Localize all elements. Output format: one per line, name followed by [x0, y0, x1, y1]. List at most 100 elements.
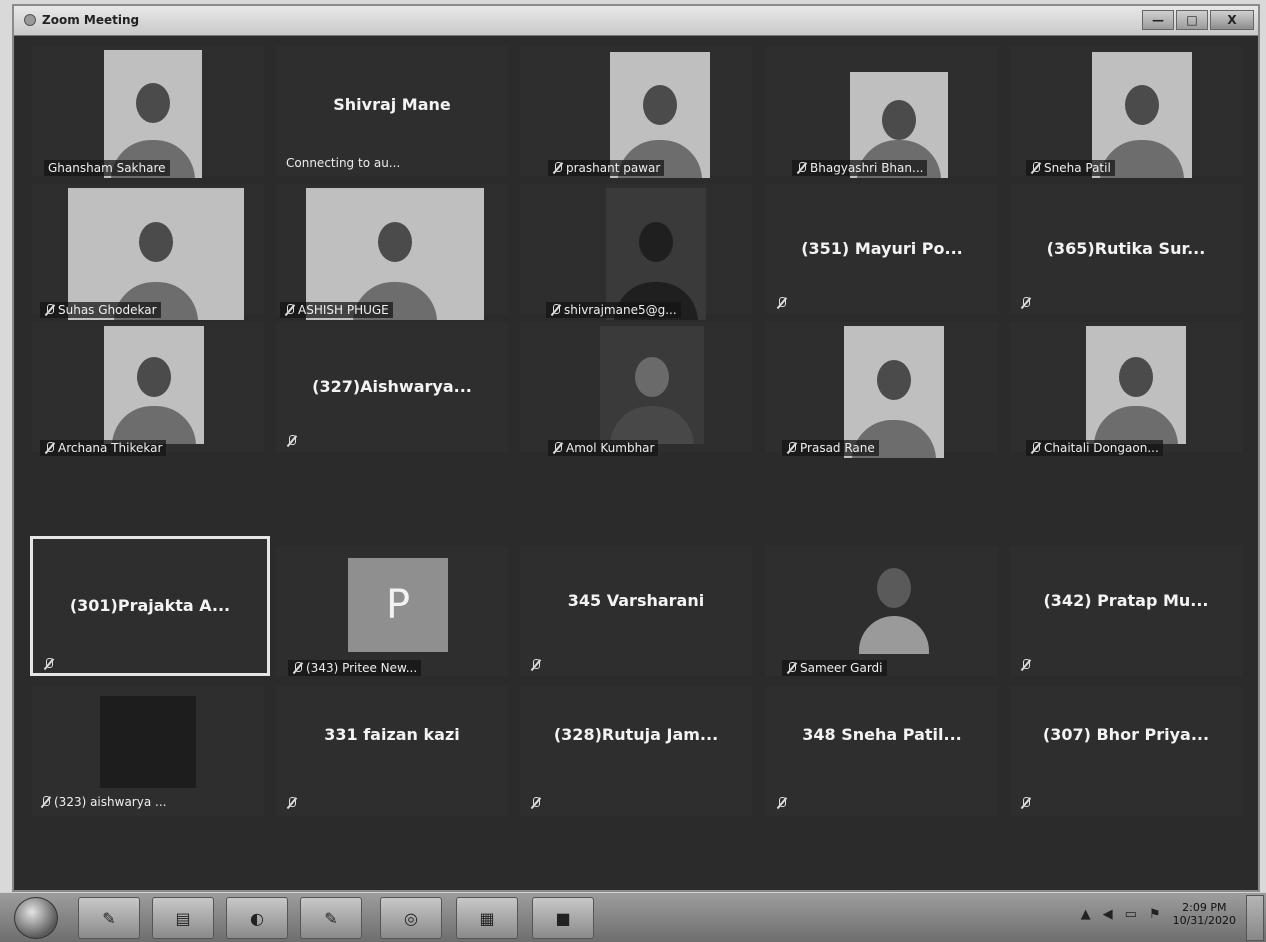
paint-icon[interactable]: ✎ — [300, 897, 362, 939]
participant-video — [606, 188, 706, 320]
participant-tile[interactable]: Suhas Ghodekar — [32, 184, 264, 320]
participant-tile[interactable]: Chaitali Dongaon... — [1010, 322, 1242, 456]
pencil-icon[interactable]: ✎ — [78, 897, 140, 939]
minimize-button[interactable]: — — [1142, 10, 1174, 30]
participant-tile[interactable]: (323) aishwarya ... — [32, 686, 264, 816]
participant-tile[interactable]: 345 Varsharani — [520, 546, 752, 676]
participant-name-tag: ASHISH PHUGE — [280, 302, 393, 318]
participant-name: (301)Prajakta A... — [69, 596, 231, 615]
participant-name-tag — [772, 296, 791, 310]
show-desktop-button[interactable] — [1246, 895, 1264, 941]
zoom-icon[interactable]: ■ — [532, 897, 594, 939]
participant-name: (342) Pratap Mu... — [1043, 591, 1209, 610]
title-bar[interactable]: Zoom Meeting — □ X — [14, 6, 1258, 36]
mic-muted-icon — [776, 297, 787, 309]
participant-video — [306, 188, 484, 320]
participant-tile[interactable]: (327)Aishwarya... — [276, 322, 508, 452]
participant-name: Sneha Patil — [1044, 161, 1111, 175]
mic-muted-icon — [1020, 659, 1031, 671]
participant-name-tag: shivrajmane5@g... — [546, 302, 681, 318]
participant-name-tag — [39, 657, 58, 671]
mic-muted-icon — [44, 304, 55, 316]
start-orb-icon[interactable] — [14, 897, 58, 939]
participant-name: Bhagyashri Bhan... — [810, 161, 924, 175]
participant-name: (327)Aishwarya... — [312, 377, 472, 396]
participant-tile[interactable]: (342) Pratap Mu... — [1010, 546, 1242, 676]
tray-expand-icon[interactable]: ▲ — [1081, 907, 1091, 922]
clock[interactable]: 2:09 PM 10/31/2020 — [1173, 901, 1236, 927]
participant-name-tag — [526, 796, 545, 810]
mic-muted-icon — [552, 162, 563, 174]
participant-tile[interactable]: Ghansham Sakhare — [32, 46, 264, 178]
mic-muted-icon — [550, 304, 561, 316]
participant-tile[interactable]: (365)Rutika Sur... — [1010, 184, 1242, 314]
participant-name: prashant pawar — [566, 161, 661, 175]
participant-tile[interactable]: (328)Rutuja Jam... — [520, 686, 752, 816]
participant-tile[interactable]: Bhagyashri Bhan... — [766, 46, 998, 178]
participant-name-tag — [282, 796, 301, 810]
participant-tile-active-speaker[interactable]: (301)Prajakta A... — [30, 536, 270, 676]
participant-name-tag: (323) aishwarya ... — [36, 794, 170, 810]
mic-muted-icon — [552, 442, 563, 454]
participant-video — [100, 696, 196, 788]
participant-name-tag: Sameer Gardi — [782, 660, 887, 676]
network-icon[interactable]: ▭ — [1125, 907, 1137, 922]
participant-video — [104, 326, 204, 444]
participant-name-tag: Suhas Ghodekar — [40, 302, 161, 318]
participant-name-tag — [1016, 296, 1035, 310]
connecting-status: Connecting to au... — [286, 156, 401, 170]
participant-name-tag: Bhagyashri Bhan... — [792, 160, 928, 176]
participant-tile[interactable]: Archana Thikekar — [32, 322, 264, 456]
clock-date: 10/31/2020 — [1172, 914, 1236, 927]
chrome-icon[interactable]: ◎ — [380, 897, 442, 939]
participant-tile[interactable]: shivrajmane5@g... — [520, 184, 752, 320]
participant-name-tag: Archana Thikekar — [40, 440, 167, 456]
excel-icon[interactable]: ▦ — [456, 897, 518, 939]
participant-name-tag: prashant pawar — [548, 160, 665, 176]
participant-video — [68, 188, 244, 320]
maximize-button[interactable]: □ — [1176, 10, 1208, 30]
mic-muted-icon — [786, 442, 797, 454]
mic-muted-icon — [43, 658, 54, 670]
participant-tile[interactable]: Prasad Rane — [766, 322, 998, 458]
participant-video — [600, 326, 704, 444]
taskbar: ✎ ▤ ◐ ✎ ◎ ▦ ■ ▲ ◀ ▭ ⚑ 2:09 PM 10/31/2020 — [0, 892, 1266, 942]
volume-icon[interactable]: ◀ — [1103, 907, 1113, 922]
window-controls: — □ X — [1142, 10, 1254, 30]
participant-tile[interactable]: 331 faizan kazi — [276, 686, 508, 816]
participant-name: ASHISH PHUGE — [298, 303, 389, 317]
participant-tile[interactable]: Sneha Patil — [1010, 46, 1242, 178]
participant-name: Suhas Ghodekar — [58, 303, 157, 317]
participant-tile[interactable]: (307) Bhor Priya... — [1010, 686, 1242, 816]
participant-name-tag — [1016, 658, 1035, 672]
participant-tile[interactable]: Shivraj Mane Connecting to au... — [276, 46, 508, 176]
close-button[interactable]: X — [1210, 10, 1254, 30]
mic-muted-icon — [292, 662, 303, 674]
participant-name: 348 Sneha Patil... — [802, 725, 962, 744]
participant-name-tag — [772, 796, 791, 810]
participant-video — [104, 50, 202, 178]
participant-tile[interactable]: P (343) Pritee New... — [276, 546, 508, 676]
folder-icon[interactable]: ▤ — [152, 897, 214, 939]
window-title: Zoom Meeting — [42, 13, 140, 27]
participant-name: Sameer Gardi — [800, 661, 883, 675]
participant-tile[interactable]: (351) Mayuri Po... — [766, 184, 998, 314]
mic-muted-icon — [530, 659, 541, 671]
participant-tile[interactable]: 348 Sneha Patil... — [766, 686, 998, 816]
participant-name-tag — [1016, 796, 1035, 810]
participant-name: Archana Thikekar — [58, 441, 163, 455]
mic-muted-icon — [40, 796, 51, 808]
participant-name: Shivraj Mane — [333, 95, 451, 114]
participant-name: Amol Kumbhar — [566, 441, 655, 455]
participant-tile[interactable]: Sameer Gardi — [766, 546, 998, 676]
media-player-icon[interactable]: ◐ — [226, 897, 288, 939]
participant-tile[interactable]: prashant pawar — [520, 46, 752, 178]
participant-name: shivrajmane5@g... — [564, 303, 677, 317]
participant-name: Prasad Rane — [800, 441, 875, 455]
participant-name: 345 Varsharani — [567, 591, 705, 610]
participant-tile[interactable]: ASHISH PHUGE — [276, 184, 508, 320]
participant-tile[interactable]: Amol Kumbhar — [520, 322, 752, 456]
mic-muted-icon — [44, 442, 55, 454]
action-center-flag-icon[interactable]: ⚑ — [1149, 907, 1161, 922]
mic-muted-icon — [776, 797, 787, 809]
